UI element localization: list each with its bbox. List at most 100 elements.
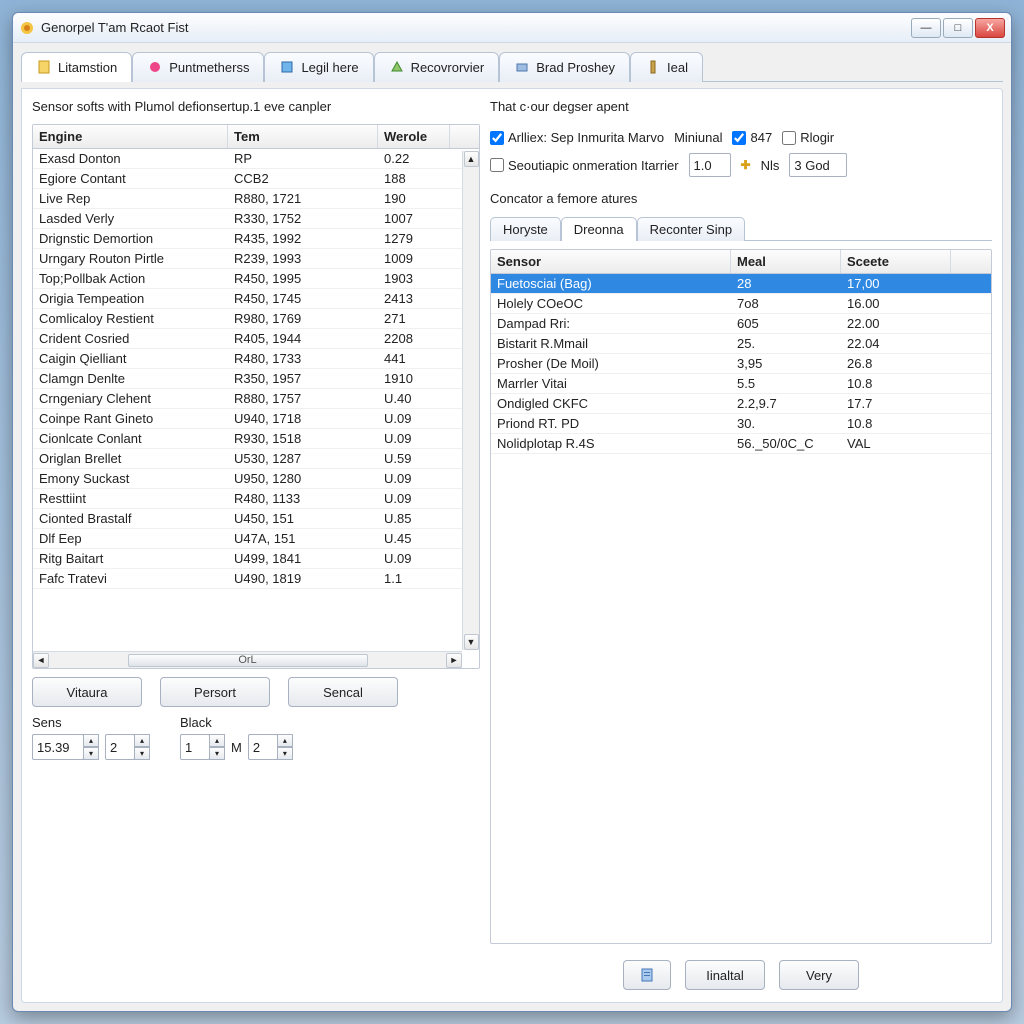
table-row[interactable]: Marrler Vitai5.510.8 bbox=[491, 374, 991, 394]
tab-ieal[interactable]: Ieal bbox=[630, 52, 703, 82]
table-row[interactable]: Crident CosriedR405, 19442208 bbox=[33, 329, 479, 349]
spin-group-black: Black▴▾M▴▾ bbox=[180, 715, 293, 760]
table-row[interactable]: Drignstic DemortionR435, 19921279 bbox=[33, 229, 479, 249]
table-row[interactable]: Egiore ContantCCB2188 bbox=[33, 169, 479, 189]
scroll-down-icon[interactable]: ▼ bbox=[464, 634, 479, 650]
spin-down-icon[interactable]: ▾ bbox=[134, 747, 150, 760]
maximize-button[interactable]: □ bbox=[943, 18, 973, 38]
table-row[interactable]: Origia TempeationR450, 17452413 bbox=[33, 289, 479, 309]
table-row[interactable]: ResttiintR480, 1133U.09 bbox=[33, 489, 479, 509]
left-section-title: Sensor softs with Plumol defionsertup.1 … bbox=[32, 99, 480, 114]
table-row[interactable]: Exasd DontonRP0.22 bbox=[33, 149, 479, 169]
spinner[interactable]: ▴▾ bbox=[105, 734, 150, 760]
spinner[interactable]: ▴▾ bbox=[32, 734, 99, 760]
table-row[interactable]: Ondigled CKFC2.2,9.717.7 bbox=[491, 394, 991, 414]
input-val1[interactable] bbox=[689, 153, 731, 177]
minimize-button[interactable]: — bbox=[911, 18, 941, 38]
table-row[interactable]: Cionted BrastalfU450, 151U.85 bbox=[33, 509, 479, 529]
table-row[interactable]: Nolidplotap R.4S56._50/0C_CVAL bbox=[491, 434, 991, 454]
persort-button[interactable]: Persort bbox=[160, 677, 270, 707]
table-row[interactable]: Emony SuckastU950, 1280U.09 bbox=[33, 469, 479, 489]
table-row[interactable]: Coinpe Rant GinetoU940, 1718U.09 bbox=[33, 409, 479, 429]
table-row[interactable]: Origlan BrelletU530, 1287U.59 bbox=[33, 449, 479, 469]
label-minual: Miniunal bbox=[674, 130, 722, 145]
sencal-button[interactable]: Sencal bbox=[288, 677, 398, 707]
spin-down-icon[interactable]: ▾ bbox=[209, 747, 225, 760]
table-row[interactable]: Cionlcate ConlantR930, 1518U.09 bbox=[33, 429, 479, 449]
table-row[interactable]: Priond RT. PD30.10.8 bbox=[491, 414, 991, 434]
spin-group-sens: Sens▴▾▴▾ bbox=[32, 715, 150, 760]
spin-up-icon[interactable]: ▴ bbox=[277, 734, 293, 747]
tab-legil here[interactable]: Legil here bbox=[264, 52, 373, 82]
table-row[interactable]: Ritg BaitartU499, 1841U.09 bbox=[33, 549, 479, 569]
table-row[interactable]: Fuetosciai (Bag)2817,00 bbox=[491, 274, 991, 294]
main-window: Genorpel T'am Rcaot Fist — □ X Litamstio… bbox=[12, 12, 1012, 1012]
column-header[interactable]: Sceete bbox=[841, 250, 951, 273]
tab-puntmetherss[interactable]: Puntmetherss bbox=[132, 52, 264, 82]
column-header[interactable]: Werole bbox=[378, 125, 450, 148]
engine-grid[interactable]: EngineTemWerole Exasd DontonRP0.22Egiore… bbox=[32, 124, 480, 669]
check-rlogir[interactable]: Rlogir bbox=[782, 130, 834, 145]
close-button[interactable]: X bbox=[975, 18, 1005, 38]
table-row[interactable]: Clamgn DenlteR350, 19571910 bbox=[33, 369, 479, 389]
table-row[interactable]: Live RepR880, 1721190 bbox=[33, 189, 479, 209]
table-row[interactable]: Top;Pollbak ActionR450, 19951903 bbox=[33, 269, 479, 289]
scroll-left-icon[interactable]: ◄ bbox=[33, 653, 49, 668]
tab-brad proshey[interactable]: Brad Proshey bbox=[499, 52, 630, 82]
table-row[interactable]: Dampad Rri:60522.00 bbox=[491, 314, 991, 334]
table-row[interactable]: Holely COeOC7o816.00 bbox=[491, 294, 991, 314]
spin-up-icon[interactable]: ▴ bbox=[83, 734, 99, 747]
spin-label: Sens bbox=[32, 715, 150, 730]
spinner-row: Sens▴▾▴▾Black▴▾M▴▾ bbox=[32, 715, 480, 760]
table-row[interactable]: Lasded VerlyR330, 17521007 bbox=[33, 209, 479, 229]
table-row[interactable]: Fafc TrateviU490, 18191.1 bbox=[33, 569, 479, 589]
subtab-dreonna[interactable]: Dreonna bbox=[561, 217, 637, 241]
table-row[interactable]: Comlicaloy RestientR980, 1769271 bbox=[33, 309, 479, 329]
check-arlliex[interactable]: Arlliex: Sep Inmurita Marvo bbox=[490, 130, 664, 145]
tab-litamstion[interactable]: Litamstion bbox=[21, 52, 132, 82]
check-seoutiapic[interactable]: Seoutiapic onmeration Itarrier bbox=[490, 158, 679, 173]
right-section-title: That c·our degser apent bbox=[490, 99, 992, 114]
column-header[interactable]: Sensor bbox=[491, 250, 731, 273]
scroll-right-icon[interactable]: ► bbox=[446, 653, 462, 668]
table-row[interactable]: Crngeniary ClehentR880, 1757U.40 bbox=[33, 389, 479, 409]
tab-panel: Sensor softs with Plumol defionsertup.1 … bbox=[21, 88, 1003, 1003]
subtab-horyste[interactable]: Horyste bbox=[490, 217, 561, 241]
tabstrip: LitamstionPuntmetherssLegil hereRecovror… bbox=[21, 51, 1003, 82]
table-row[interactable]: Prosher (De Moil)3,9526.8 bbox=[491, 354, 991, 374]
vitaura-button[interactable]: Vitaura bbox=[32, 677, 142, 707]
spin-down-icon[interactable]: ▾ bbox=[277, 747, 293, 760]
column-header[interactable]: Engine bbox=[33, 125, 228, 148]
spinner[interactable]: ▴▾ bbox=[248, 734, 293, 760]
subtab-strip: HorysteDreonnaReconter Sinp bbox=[490, 216, 992, 241]
subsection-title: Concator a femore atures bbox=[490, 191, 992, 206]
spin-up-icon[interactable]: ▴ bbox=[209, 734, 225, 747]
table-row[interactable]: Bistarit R.Mmail25.22.04 bbox=[491, 334, 991, 354]
subtab-reconter sinp[interactable]: Reconter Sinp bbox=[637, 217, 745, 241]
hscroll-thumb[interactable]: OrL bbox=[128, 654, 368, 667]
table-row[interactable]: Urngary Routon PirtleR239, 19931009 bbox=[33, 249, 479, 269]
table-row[interactable]: Caigin QielliantR480, 1733441 bbox=[33, 349, 479, 369]
tab-icon bbox=[389, 59, 405, 75]
sensor-grid[interactable]: SensorMealSceete Fuetosciai (Bag)2817,00… bbox=[490, 249, 992, 944]
tab-recovrorvier[interactable]: Recovrorvier bbox=[374, 52, 500, 82]
spinner[interactable]: ▴▾ bbox=[180, 734, 225, 760]
very-button[interactable]: Very bbox=[779, 960, 859, 990]
column-header[interactable]: Tem bbox=[228, 125, 378, 148]
options-box: Arlliex: Sep Inmurita Marvo Miniunal 847… bbox=[490, 124, 992, 183]
scroll-up-icon[interactable]: ▲ bbox=[464, 151, 479, 167]
right-column: That c·our degser apent Arlliex: Sep Inm… bbox=[490, 99, 992, 992]
check-847[interactable]: 847 bbox=[732, 130, 772, 145]
icon-button[interactable] bbox=[623, 960, 671, 990]
input-god[interactable] bbox=[789, 153, 847, 177]
tab-icon bbox=[514, 59, 530, 75]
inital-button[interactable]: Iinaltal bbox=[685, 960, 765, 990]
spin-down-icon[interactable]: ▾ bbox=[83, 747, 99, 760]
horizontal-scrollbar[interactable]: ◄ OrL ► bbox=[33, 651, 462, 668]
column-header[interactable]: Meal bbox=[731, 250, 841, 273]
table-row[interactable]: Dlf EepU47A, 151U.45 bbox=[33, 529, 479, 549]
spin-up-icon[interactable]: ▴ bbox=[134, 734, 150, 747]
vertical-scrollbar[interactable]: ▲ ▼ bbox=[462, 151, 479, 650]
tab-icon bbox=[279, 59, 295, 75]
plus-icon[interactable]: ✚ bbox=[741, 158, 751, 172]
